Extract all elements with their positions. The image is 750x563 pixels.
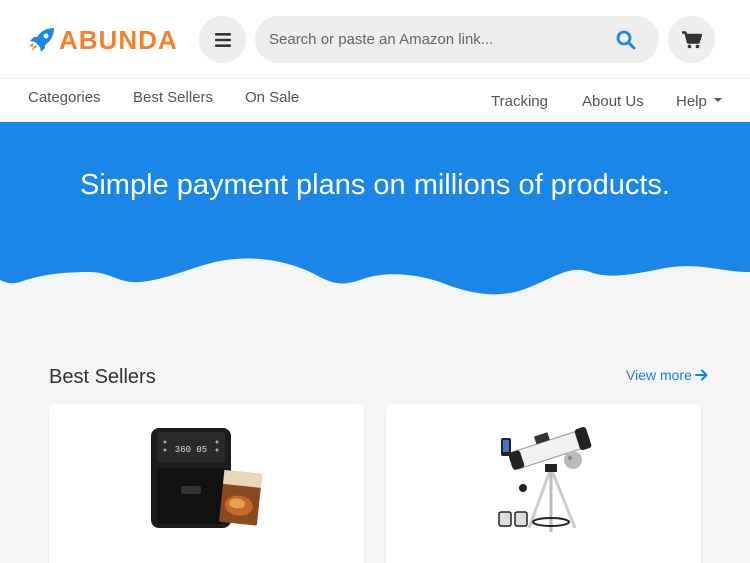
- view-more-label: View more: [626, 367, 692, 383]
- menu-button[interactable]: [199, 16, 246, 63]
- nav-help-label: Help: [676, 93, 707, 110]
- svg-text:360 05: 360 05: [175, 445, 207, 455]
- nav-help-dropdown[interactable]: Help: [676, 93, 722, 110]
- search-button[interactable]: [611, 25, 641, 55]
- nav-tracking[interactable]: Tracking: [491, 93, 548, 110]
- product-card[interactable]: [386, 404, 701, 563]
- view-more-link[interactable]: View more: [626, 367, 708, 383]
- telescope-image: [498, 427, 592, 532]
- search-icon: [616, 30, 636, 50]
- search-bar: [255, 16, 659, 63]
- hero-banner: Simple payment plans on millions of prod…: [0, 122, 750, 297]
- product-card[interactable]: 360 05: [49, 404, 364, 563]
- chevron-down-icon: [713, 98, 722, 103]
- rocket-icon: [29, 28, 54, 52]
- cart-button[interactable]: [668, 16, 715, 63]
- best-sellers-title: Best Sellers: [49, 366, 156, 388]
- header: ABUNDA: [0, 0, 750, 78]
- hero-wave-background: [0, 122, 750, 295]
- brand-name: ABUNDA: [59, 24, 178, 55]
- main-nav: Categories Best Sellers On Sale Tracking…: [0, 78, 750, 122]
- arrow-right-icon: [694, 369, 708, 381]
- brand-logo[interactable]: ABUNDA: [27, 22, 178, 58]
- nav-best-sellers[interactable]: Best Sellers: [133, 89, 213, 106]
- air-fryer-image: 360 05: [151, 428, 263, 528]
- cart-icon: [681, 30, 702, 48]
- nav-on-sale[interactable]: On Sale: [245, 89, 299, 106]
- hamburger-icon: [214, 32, 231, 47]
- nav-categories[interactable]: Categories: [28, 89, 101, 106]
- nav-about-us[interactable]: About Us: [582, 93, 644, 110]
- hero-title: Simple payment plans on millions of prod…: [80, 169, 670, 201]
- search-input[interactable]: [269, 16, 599, 63]
